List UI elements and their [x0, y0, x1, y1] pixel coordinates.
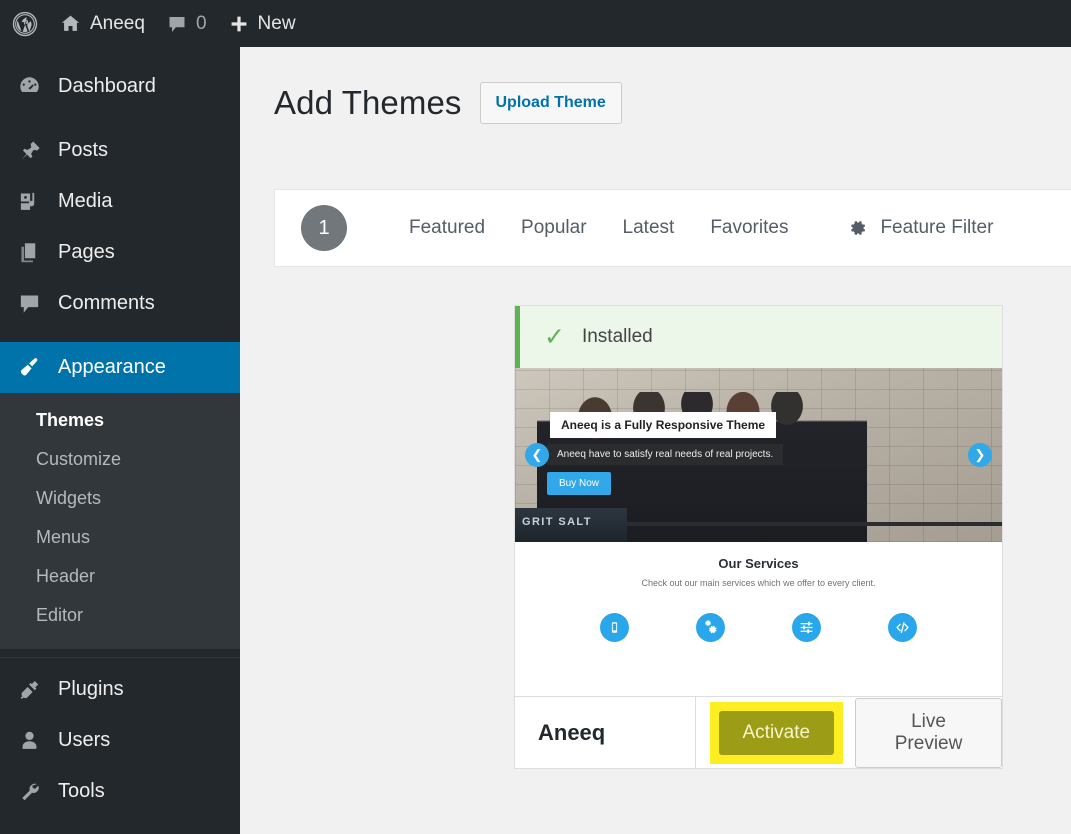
admin-sidebar-menu: Dashboard Posts Media Pages Commen	[0, 47, 240, 834]
upload-theme-button[interactable]: Upload Theme	[480, 82, 622, 124]
wrench-icon	[14, 780, 44, 803]
appearance-submenu: Themes Customize Widgets Menus Header Ed…	[0, 393, 240, 649]
sidebar-item-comments[interactable]: Comments	[0, 278, 240, 329]
sidebar-item-dashboard[interactable]: Dashboard	[0, 61, 240, 112]
hero-subtitle: Aneeq have to satisfy real needs of real…	[547, 444, 783, 465]
sidebar-item-label: Appearance	[58, 356, 166, 379]
page-header: Add Themes Upload Theme	[240, 47, 1071, 124]
theme-filter-bar: 1 Featured Popular Latest Favorites Feat…	[274, 189, 1071, 267]
main-content-area: Add Themes Upload Theme 1 Featured Popul…	[240, 47, 1071, 834]
pin-icon	[14, 139, 44, 162]
menu-separator	[0, 112, 240, 125]
dashboard-icon	[14, 75, 44, 98]
theme-card-footer: Aneeq Activate Live Preview	[515, 696, 1002, 768]
submenu-item-themes[interactable]: Themes	[0, 401, 240, 440]
gears-icon	[696, 613, 725, 642]
sidebar-item-appearance[interactable]: Appearance	[0, 342, 240, 393]
new-label: New	[258, 13, 296, 35]
submenu-item-menus[interactable]: Menus	[0, 518, 240, 557]
theme-name: Aneeq	[515, 697, 696, 768]
tab-popular[interactable]: Popular	[503, 217, 605, 239]
mobile-icon	[600, 613, 629, 642]
chevron-right-icon[interactable]: ❯	[968, 443, 992, 467]
services-section: Our Services Check out our main services…	[515, 542, 1002, 696]
active-menu-arrow	[240, 354, 252, 382]
theme-actions: Activate Live Preview	[696, 697, 1003, 768]
comments-count: 0	[196, 13, 207, 35]
media-icon	[14, 190, 44, 213]
plus-icon	[229, 14, 249, 34]
checkmark-icon: ✓	[544, 325, 565, 350]
sidebar-item-label: Pages	[58, 241, 115, 264]
submenu-item-widgets[interactable]: Widgets	[0, 479, 240, 518]
tab-featured[interactable]: Featured	[391, 217, 503, 239]
feature-filter-label: Feature Filter	[880, 217, 993, 239]
live-preview-button[interactable]: Live Preview	[855, 698, 1002, 768]
plug-icon	[14, 678, 44, 701]
activate-highlight-annotation: Activate	[710, 702, 844, 764]
paintbrush-icon	[14, 356, 44, 379]
wp-logo-menu[interactable]	[0, 0, 49, 47]
services-icon-row	[515, 613, 1002, 642]
home-icon	[60, 13, 81, 34]
buy-now-button[interactable]: Buy Now	[547, 472, 611, 495]
comments-menu[interactable]: 0	[156, 0, 218, 47]
admin-bar: Aneeq 0 New	[0, 0, 1071, 47]
submenu-item-customize[interactable]: Customize	[0, 440, 240, 479]
sidebar-item-label: Plugins	[58, 678, 124, 701]
tab-latest[interactable]: Latest	[605, 217, 693, 239]
sidebar-item-label: Users	[58, 729, 110, 752]
gear-icon	[846, 217, 868, 239]
comment-bubble-icon	[167, 14, 187, 34]
hero-headline: Aneeq is a Fully Responsive Theme	[550, 412, 776, 438]
sidebar-item-users[interactable]: Users	[0, 715, 240, 766]
pages-icon	[14, 241, 44, 264]
sidebar-item-pages[interactable]: Pages	[0, 227, 240, 278]
activate-button[interactable]: Activate	[719, 711, 835, 755]
tab-favorites[interactable]: Favorites	[692, 217, 806, 239]
sidebar-item-media[interactable]: Media	[0, 176, 240, 227]
sidebar-item-label: Tools	[58, 780, 105, 803]
submenu-item-editor[interactable]: Editor	[0, 596, 240, 635]
sidebar-item-label: Dashboard	[58, 75, 156, 98]
page-title: Add Themes	[274, 84, 462, 122]
sidebar-item-posts[interactable]: Posts	[0, 125, 240, 176]
sidebar-item-label: Posts	[58, 139, 108, 162]
menu-divider	[0, 657, 240, 658]
code-icon	[888, 613, 917, 642]
site-name-label: Aneeq	[90, 13, 145, 35]
sidebar-item-label: Media	[58, 190, 112, 213]
feature-filter-button[interactable]: Feature Filter	[828, 217, 1011, 239]
status-badge: Installed	[582, 326, 653, 348]
site-name-menu[interactable]: Aneeq	[49, 0, 156, 47]
sidebar-item-label: Comments	[58, 292, 155, 315]
theme-hero-slider: GRIT SALT Aneeq is a Fully Responsive Th…	[515, 368, 1002, 542]
hero-banner-text: GRIT SALT	[522, 516, 592, 528]
submenu-item-header[interactable]: Header	[0, 557, 240, 596]
sidebar-item-tools[interactable]: Tools	[0, 766, 240, 817]
sidebar-item-plugins[interactable]: Plugins	[0, 664, 240, 715]
services-subtitle: Check out our main services which we off…	[515, 578, 1002, 588]
wordpress-logo-icon	[12, 11, 38, 37]
comment-icon	[14, 292, 44, 315]
chevron-left-icon[interactable]: ❮	[525, 443, 549, 467]
theme-screenshot[interactable]: GRIT SALT Aneeq is a Fully Responsive Th…	[515, 368, 1002, 696]
installed-status-banner: ✓ Installed	[515, 306, 1002, 368]
theme-card-aneeq[interactable]: ✓ Installed GRIT SALT Aneeq is a Fully R…	[514, 305, 1003, 769]
user-icon	[14, 729, 44, 752]
services-title: Our Services	[515, 556, 1002, 571]
sliders-icon	[792, 613, 821, 642]
menu-separator	[0, 329, 240, 342]
theme-count-badge: 1	[301, 205, 347, 251]
new-content-menu[interactable]: New	[218, 0, 307, 47]
